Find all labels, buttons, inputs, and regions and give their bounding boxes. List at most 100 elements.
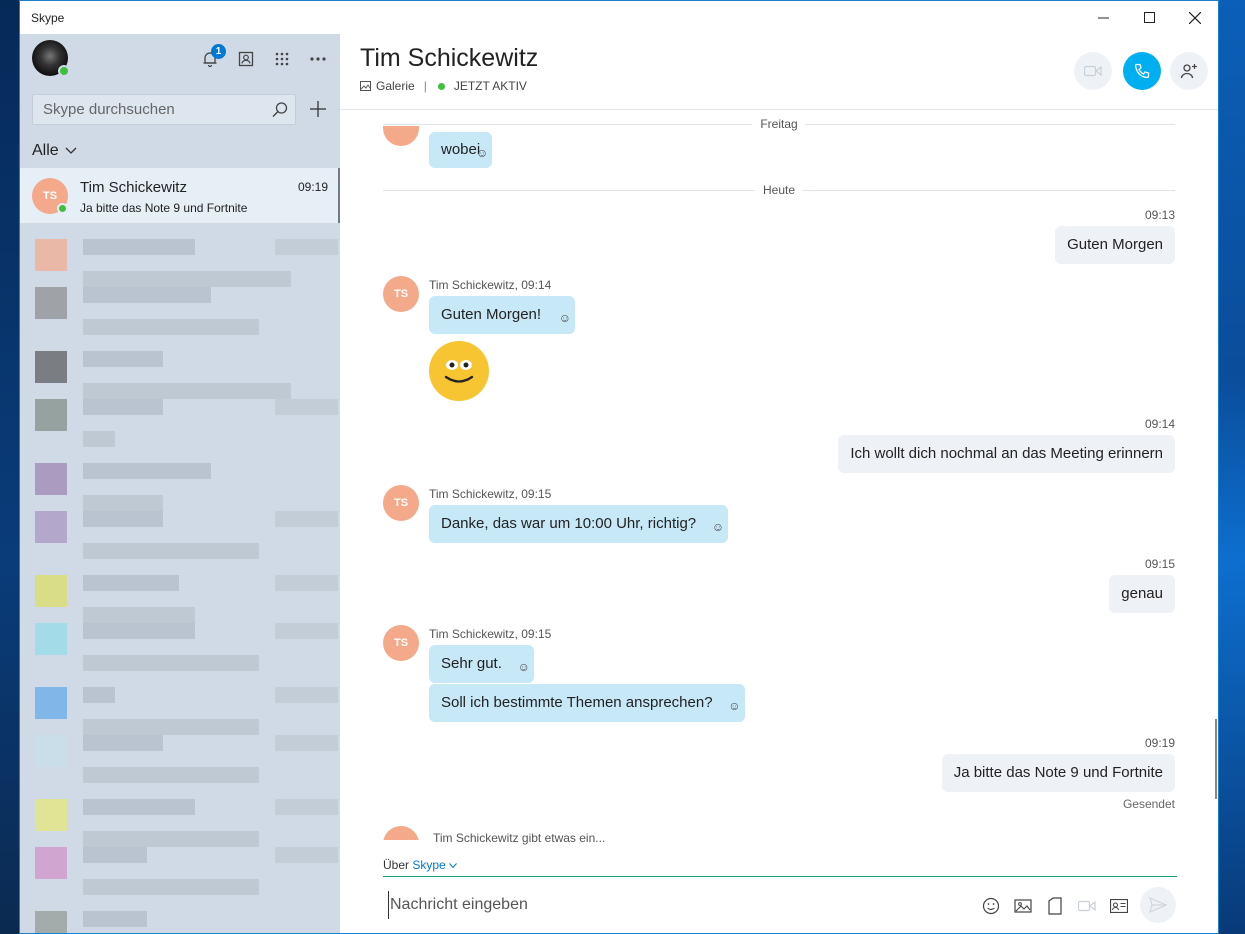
chevron-down-icon: [449, 863, 457, 869]
input-underline: [383, 876, 1177, 877]
reaction-smiley-icon[interactable]: ☺: [476, 135, 488, 171]
plus-icon: [310, 101, 326, 117]
day-separator: Freitag: [383, 117, 1175, 131]
chat-item-name: Tim Schickewitz: [80, 179, 187, 196]
delivery-status: Gesendet: [1122, 797, 1175, 811]
dialpad-icon: [275, 52, 289, 66]
online-status-dot: [57, 203, 68, 214]
outgoing-message[interactable]: Ja bitte das Note 9 und Fortnite: [941, 754, 1175, 792]
new-chat-button[interactable]: [307, 98, 329, 120]
more-options-button[interactable]: [308, 49, 328, 69]
send-icon: [1149, 897, 1167, 913]
incoming-message[interactable]: wobei ☺: [429, 132, 493, 171]
notification-badge: 1: [211, 44, 226, 59]
audio-call-button[interactable]: [1123, 52, 1161, 90]
typing-indicator: Tim Schickewitz gibt etwas ein...: [433, 831, 606, 845]
sender-avatar: TS: [383, 276, 419, 312]
video-message-button[interactable]: [1076, 895, 1098, 917]
chevron-down-icon: [65, 147, 77, 154]
video-call-button[interactable]: [1074, 52, 1112, 90]
notifications-button[interactable]: 1: [200, 44, 226, 69]
desktop-background-right: [1219, 0, 1245, 934]
search-icon[interactable]: [271, 101, 289, 124]
via-service: Skype: [412, 858, 446, 872]
reaction-smiley-icon[interactable]: ☺: [728, 687, 740, 725]
day-label: Heute: [754, 183, 804, 197]
close-button[interactable]: [1172, 1, 1218, 34]
redacted-chat-item[interactable]: [20, 735, 340, 799]
outgoing-message[interactable]: genau: [1109, 575, 1175, 613]
chat-filter-dropdown[interactable]: Alle: [32, 142, 77, 160]
search-input[interactable]: [33, 95, 263, 124]
redacted-chat-item[interactable]: [20, 511, 340, 575]
sender-meta: Tim Schickewitz, 09:15: [429, 487, 552, 501]
redacted-chat-item[interactable]: [20, 847, 340, 911]
redacted-chat-item[interactable]: [20, 911, 340, 933]
sidebar-toolbar: 1: [20, 34, 340, 84]
conversation-pane: Tim Schickewitz Galerie | JETZT AKTIV wo…: [340, 34, 1218, 933]
smile-emoticon: [429, 341, 489, 401]
send-contact-button[interactable]: [1108, 895, 1130, 917]
sender-meta: Tim Schickewitz, 09:15: [429, 627, 552, 641]
chat-list-item-active[interactable]: TS Tim Schickewitz 09:19 Ja bitte das No…: [20, 168, 340, 223]
online-status-dot: [58, 65, 70, 77]
incoming-message[interactable]: Guten Morgen! ☺: [429, 296, 576, 337]
title-bar: Skype: [20, 1, 1218, 34]
day-separator: Heute: [383, 183, 1175, 197]
message-timestamp: 09:15: [1144, 557, 1175, 571]
send-image-button[interactable]: [1012, 895, 1034, 917]
add-person-icon: [1180, 64, 1197, 79]
message-text: Sehr gut.: [441, 655, 502, 672]
contacts-icon: [238, 51, 254, 67]
message-input[interactable]: [388, 891, 948, 919]
search-box[interactable]: [32, 94, 296, 125]
message-timestamp: 09:13: [1144, 208, 1175, 222]
message-timestamp: 09:19: [1144, 736, 1175, 750]
dialpad-button[interactable]: [272, 49, 292, 69]
redacted-chat-item[interactable]: [20, 287, 340, 351]
contact-subline: Galerie | JETZT AKTIV: [360, 79, 527, 93]
incoming-message[interactable]: Sehr gut. ☺: [429, 645, 534, 683]
scrollbar-thumb[interactable]: [1215, 719, 1217, 799]
message-text: Guten Morgen!: [441, 306, 542, 323]
presence-status: JETZT AKTIV: [453, 79, 527, 93]
day-label: Freitag: [752, 117, 806, 131]
emoji-button[interactable]: [980, 895, 1002, 917]
redacted-chat-item[interactable]: [20, 623, 340, 687]
minimize-button[interactable]: [1080, 1, 1126, 34]
maximize-button[interactable]: [1126, 1, 1172, 34]
filter-label: Alle: [32, 142, 59, 159]
send-file-button[interactable]: [1044, 895, 1066, 917]
reaction-smiley-icon[interactable]: ☺: [712, 508, 724, 546]
incoming-message[interactable]: Danke, das war um 10:00 Uhr, richtig? ☺: [429, 505, 729, 546]
gallery-icon: [360, 81, 371, 91]
outgoing-message[interactable]: Guten Morgen: [1055, 226, 1175, 264]
redacted-chat-item[interactable]: [20, 399, 340, 463]
sender-meta: Tim Schickewitz, 09:14: [429, 278, 552, 292]
reaction-smiley-icon[interactable]: ☺: [559, 299, 571, 337]
sender-avatar: TS: [383, 625, 419, 661]
message-timestamp: 09:14: [1144, 417, 1175, 431]
message-text: Soll ich bestimmte Themen ansprechen?: [441, 694, 713, 711]
add-participant-button[interactable]: [1170, 52, 1208, 90]
sender-avatar: TS: [383, 485, 419, 521]
outgoing-message[interactable]: Ich wollt dich nochmal an das Meeting er…: [838, 435, 1175, 473]
reaction-smiley-icon[interactable]: ☺: [518, 648, 530, 686]
sender-avatar: [383, 126, 419, 146]
send-button[interactable]: [1140, 887, 1176, 923]
window-controls: [1080, 1, 1218, 34]
message-text: Danke, das war um 10:00 Uhr, richtig?: [441, 515, 697, 532]
contacts-button[interactable]: [236, 49, 256, 69]
profile-avatar[interactable]: [32, 40, 70, 77]
incoming-message[interactable]: Soll ich bestimmte Themen ansprechen? ☺: [429, 684, 745, 722]
chat-item-preview: Ja bitte das Note 9 und Fortnite: [80, 201, 248, 215]
gallery-link[interactable]: Galerie: [376, 79, 415, 93]
video-message-icon: [1078, 900, 1096, 912]
window-title: Skype: [31, 10, 65, 25]
close-icon: [1189, 11, 1201, 24]
more-icon: [310, 57, 326, 61]
skype-window: Skype 1 Skype durchsuchen Alle TS Tim Sc…: [19, 0, 1219, 934]
send-via-selector[interactable]: Über Skype: [383, 858, 457, 872]
emoji-icon: [982, 897, 1000, 915]
maximize-icon: [1143, 12, 1155, 23]
